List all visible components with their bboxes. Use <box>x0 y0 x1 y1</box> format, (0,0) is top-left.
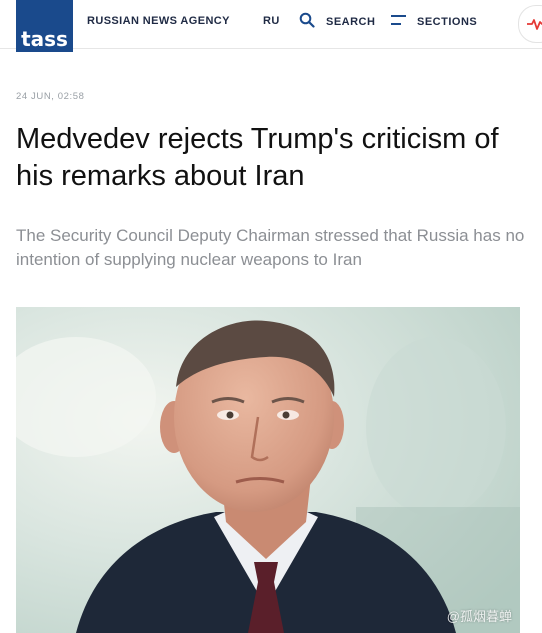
agency-name: RUSSIAN NEWS AGENCY <box>87 15 230 27</box>
pulse-icon <box>527 19 542 30</box>
sections-button[interactable]: SECTIONS <box>417 16 477 28</box>
logo-text: tass <box>21 27 68 51</box>
article-headline: Medvedev rejects Trump's criticism of hi… <box>16 123 499 192</box>
article-dateline: 24 JUN, 02:58 <box>16 91 85 102</box>
photo-watermark: @孤烟暮蝉 <box>446 609 512 624</box>
search-button[interactable]: SEARCH <box>326 16 375 28</box>
site-header: tass RUSSIAN NEWS AGENCY RU SEARCH SECTI… <box>0 0 542 52</box>
tass-logo[interactable]: tass <box>16 0 73 52</box>
menu-icon[interactable] <box>391 15 406 26</box>
live-feed-button[interactable] <box>518 5 542 43</box>
article-lead: The Security Council Deputy Chairman str… <box>16 226 525 269</box>
portrait-illustration <box>16 307 520 633</box>
article-photo: @孤烟暮蝉 <box>16 307 520 633</box>
language-switch[interactable]: RU <box>263 15 280 27</box>
search-icon[interactable] <box>299 12 315 28</box>
